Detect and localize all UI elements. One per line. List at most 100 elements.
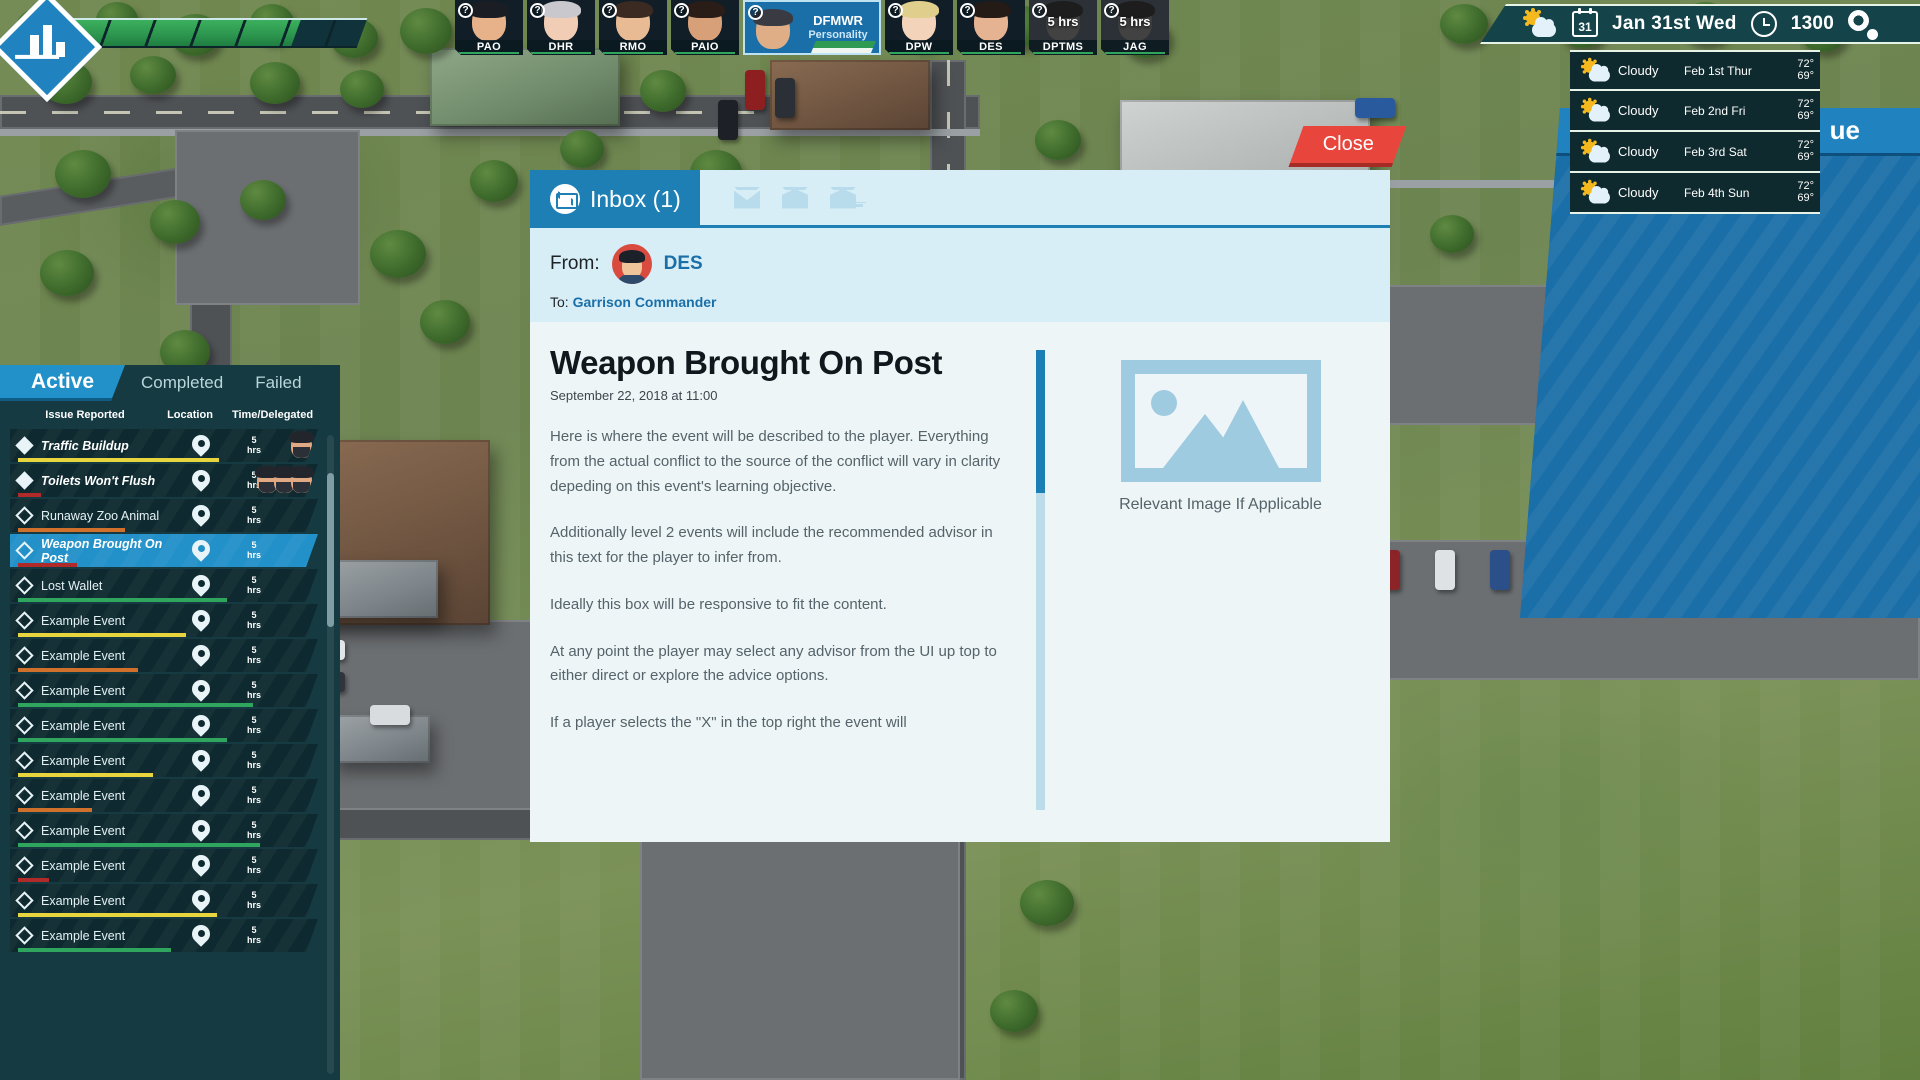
calendar-day: 31 xyxy=(1578,20,1592,34)
message-date: September 22, 2018 at 11:00 xyxy=(550,388,718,403)
issue-row[interactable]: Toilets Won't Flush 5 hrs xyxy=(10,464,318,497)
issue-title: Example Event xyxy=(41,753,126,768)
location-pin-icon[interactable] xyxy=(192,785,210,807)
weather-forecast-panel: Cloudy Feb 1st Thur 72° 69° Cloudy Feb 2nd Fr… xyxy=(1570,50,1820,214)
delegate-avatar xyxy=(288,430,314,460)
issues-tab-active[interactable]: Active xyxy=(0,365,125,401)
issues-panel[interactable]: Active Completed Failed Issue Reported Loc… xyxy=(0,365,340,1080)
issue-progress-bar xyxy=(18,878,49,882)
advisor-dptms[interactable]: ? 5 hrs DPTMS xyxy=(1029,0,1097,55)
location-pin-icon[interactable] xyxy=(192,890,210,912)
location-pin-icon[interactable] xyxy=(192,855,210,877)
issue-title: Example Event xyxy=(41,928,126,943)
advisor-bar[interactable]: ? PAO? DHR? RMO? PAIO? DFMWR Personality? DPW? D… xyxy=(455,0,1169,55)
message-image-column: Relevant Image If Applicable xyxy=(1077,344,1364,816)
tree xyxy=(1440,4,1488,44)
message-scrollbar[interactable] xyxy=(1036,350,1045,810)
issue-row[interactable]: Example Event 5 hrs xyxy=(10,919,318,952)
location-pin-icon[interactable] xyxy=(192,750,210,772)
forecast-condition: Cloudy xyxy=(1618,63,1659,78)
location-pin-icon[interactable] xyxy=(192,435,210,457)
issue-row[interactable]: Weapon Brought On Post 5 hrs xyxy=(10,534,318,567)
from-name[interactable]: DES xyxy=(664,253,703,275)
issue-progress-bar xyxy=(18,563,77,567)
issue-row[interactable]: Lost Wallet 5 hrs xyxy=(10,569,318,602)
location-pin-icon[interactable] xyxy=(192,715,210,737)
message-paragraph: Additionally level 2 events will include… xyxy=(550,524,993,566)
gear-icon[interactable] xyxy=(1848,10,1879,40)
issues-scrollbar-thumb[interactable] xyxy=(327,473,334,627)
location-pin-icon[interactable] xyxy=(192,575,210,597)
issue-title: Example Event xyxy=(41,893,126,908)
tree xyxy=(1020,880,1074,926)
advisor-pao[interactable]: ? PAO xyxy=(455,0,523,55)
advisor-paio[interactable]: ? PAIO xyxy=(671,0,739,55)
advisor-jag[interactable]: ? 5 hrs JAG xyxy=(1101,0,1169,55)
issue-row[interactable]: Example Event 5 hrs xyxy=(10,814,318,847)
mail-open-icon[interactable] xyxy=(782,186,808,209)
issue-title: Example Event xyxy=(41,648,126,663)
advisor-dpw[interactable]: ? DPW xyxy=(885,0,953,55)
location-pin-icon[interactable] xyxy=(192,680,210,702)
tree xyxy=(55,150,111,198)
issue-row[interactable]: Example Event 5 hrs xyxy=(10,639,318,672)
location-pin-icon[interactable] xyxy=(192,925,210,947)
message-scrollbar-thumb[interactable] xyxy=(1036,350,1045,493)
forecast-temperatures: 72° 69° xyxy=(1797,98,1814,122)
advisor-availability-bar xyxy=(531,52,591,54)
location-pin-icon[interactable] xyxy=(192,820,210,842)
issues-column-headers: Issue Reported Location Time/Delegated xyxy=(0,401,340,429)
issue-progress-bar xyxy=(18,703,253,707)
inbox-tab[interactable]: Inbox (1) xyxy=(530,170,700,228)
mail-closed-icon[interactable] xyxy=(734,186,760,209)
issues-scrollbar[interactable] xyxy=(327,435,334,1074)
issues-tabs[interactable]: Active Completed Failed xyxy=(0,365,340,401)
forecast-high: 72° xyxy=(1797,179,1814,192)
priority-diamond-icon xyxy=(15,436,33,454)
close-button[interactable]: Close xyxy=(1288,126,1407,167)
issue-row[interactable]: Runaway Zoo Animal 5 hrs xyxy=(10,499,318,532)
issue-row[interactable]: Example Event 5 hrs xyxy=(10,744,318,777)
advisor-avatar-des[interactable] xyxy=(611,244,652,284)
issues-tab-failed[interactable]: Failed xyxy=(239,365,317,401)
issue-title: Example Event xyxy=(41,718,126,733)
location-pin-icon[interactable] xyxy=(192,610,210,632)
question-icon[interactable]: ? xyxy=(674,3,689,18)
inbox-modal[interactable]: Inbox (1) From: DES To: Garrison Command… xyxy=(530,170,1390,842)
issue-time: 5 hrs xyxy=(246,785,261,805)
issue-row[interactable]: Example Event 5 hrs xyxy=(10,779,318,812)
current-date: Jan 31st Wed xyxy=(1612,13,1737,34)
priority-diamond-icon xyxy=(15,681,33,699)
issue-row[interactable]: Example Event 5 hrs xyxy=(10,849,318,882)
issue-row[interactable]: Example Event 5 hrs xyxy=(10,709,318,742)
advisor-des[interactable]: ? DES xyxy=(957,0,1025,55)
question-icon[interactable]: ? xyxy=(888,3,903,18)
mail-forward-icon[interactable] xyxy=(830,186,863,209)
sun-cloud-icon xyxy=(1582,59,1610,82)
question-icon[interactable]: ? xyxy=(602,3,617,18)
issues-tab-completed[interactable]: Completed xyxy=(125,365,239,401)
message-paragraphs: Here is where the event will be describe… xyxy=(550,425,1020,736)
issues-list[interactable]: Traffic Buildup 5 hrs Toilets Won't Flush 5 h… xyxy=(0,429,340,1080)
forecast-high: 72° xyxy=(1797,57,1814,70)
location-pin-icon[interactable] xyxy=(192,540,210,562)
advisor-rmo[interactable]: ? RMO xyxy=(599,0,667,55)
sidewalk-top xyxy=(0,129,980,136)
location-pin-icon[interactable] xyxy=(192,645,210,667)
issue-row[interactable]: Example Event 5 hrs xyxy=(10,884,318,917)
question-icon[interactable]: ? xyxy=(458,3,473,18)
priority-diamond-icon xyxy=(15,821,33,839)
issue-row[interactable]: Traffic Buildup 5 hrs xyxy=(10,429,318,462)
issue-row[interactable]: Example Event 5 hrs xyxy=(10,674,318,707)
vehicle xyxy=(1490,550,1510,590)
advisor-dfmwr[interactable]: ? DFMWR Personality xyxy=(743,0,881,55)
question-icon[interactable]: ? xyxy=(748,5,763,20)
location-pin-icon[interactable] xyxy=(192,505,210,527)
inbox-toolbar[interactable] xyxy=(700,170,1390,228)
issue-row[interactable]: Example Event 5 hrs xyxy=(10,604,318,637)
location-pin-icon[interactable] xyxy=(192,470,210,492)
vehicle xyxy=(775,78,795,118)
question-icon[interactable]: ? xyxy=(530,3,545,18)
advisor-dhr[interactable]: ? DHR xyxy=(527,0,595,55)
question-icon[interactable]: ? xyxy=(960,3,975,18)
